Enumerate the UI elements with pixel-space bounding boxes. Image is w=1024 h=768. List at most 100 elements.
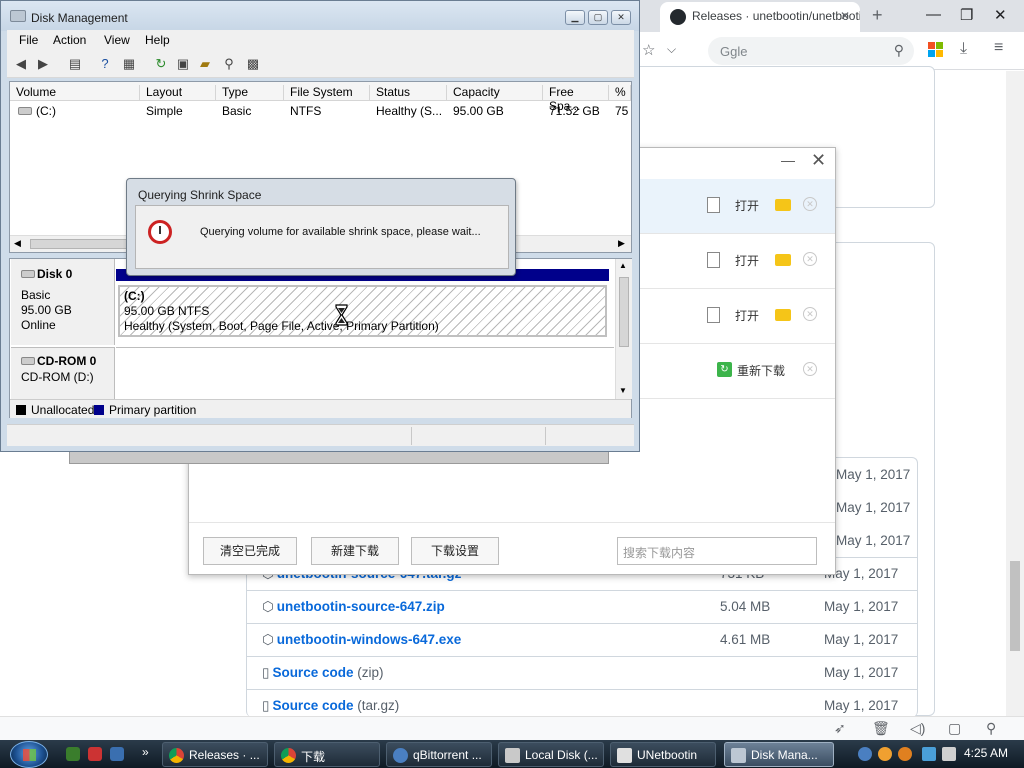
console-tree-icon[interactable]: ▦ bbox=[121, 56, 137, 72]
open-link[interactable]: 打开 bbox=[735, 197, 759, 214]
clock[interactable]: 4:25 AM bbox=[964, 746, 1008, 760]
remove-icon[interactable]: ✕ bbox=[803, 307, 817, 321]
column-file-system[interactable]: File System bbox=[284, 85, 370, 101]
disk-0-label[interactable]: Disk 0 Basic 95.00 GB Online bbox=[11, 259, 115, 345]
scroll-up-icon[interactable]: ▲ bbox=[619, 261, 627, 270]
column-status[interactable]: Status bbox=[370, 85, 447, 101]
cdrom-name: CD-ROM 0 bbox=[37, 354, 97, 368]
scrollbar-thumb[interactable] bbox=[1010, 561, 1020, 651]
page-scrollbar[interactable] bbox=[1006, 71, 1024, 716]
scroll-left-icon[interactable]: ◀ bbox=[14, 238, 21, 249]
search-engine-box[interactable]: Ggle ⚲ bbox=[708, 37, 914, 65]
asset-name[interactable]: unetbootin-source-647.zip bbox=[277, 599, 445, 614]
minimize-button[interactable]: — bbox=[926, 6, 941, 23]
rocket-icon[interactable]: ➶ bbox=[834, 720, 846, 737]
asset-name[interactable]: Source code bbox=[272, 665, 353, 680]
menu-icon[interactable]: ≡ bbox=[994, 39, 1003, 57]
asset-row[interactable]: ▯ Source code (zip) May 1, 2017 bbox=[246, 656, 918, 689]
taskbar-button-local-disk[interactable]: Local Disk (... bbox=[498, 742, 604, 767]
download-search-input[interactable]: 搜索下载内容 bbox=[617, 537, 817, 565]
taskbar-button-disk-management[interactable]: Disk Mana... bbox=[724, 742, 834, 767]
column-type[interactable]: Type bbox=[216, 85, 284, 101]
chevron-down-icon[interactable]: ⌵ bbox=[667, 42, 676, 57]
new-download-button[interactable]: 新建下载 bbox=[311, 537, 399, 565]
minimize-button[interactable]: ▁ bbox=[565, 10, 585, 25]
download-settings-button[interactable]: 下载设置 bbox=[411, 537, 499, 565]
menu-view[interactable]: View bbox=[104, 33, 130, 47]
help-icon[interactable]: ? bbox=[97, 56, 113, 72]
start-button[interactable] bbox=[10, 741, 48, 768]
volume-icon[interactable] bbox=[942, 747, 956, 761]
clear-completed-button[interactable]: 清空已完成 bbox=[203, 537, 297, 565]
search-icon[interactable]: ⚲ bbox=[986, 720, 996, 737]
settings-icon[interactable]: ▩ bbox=[245, 56, 261, 72]
column-capacity[interactable]: Capacity bbox=[447, 85, 543, 101]
restore-button[interactable]: ❐ bbox=[960, 6, 973, 24]
remove-icon[interactable]: ✕ bbox=[803, 252, 817, 266]
asset-row[interactable]: ⬡ unetbootin-source-647.zip 5.04 MB May 1… bbox=[246, 590, 918, 623]
scrollbar-thumb[interactable] bbox=[30, 239, 140, 249]
menu-file[interactable]: File bbox=[19, 33, 38, 47]
apps-grid-icon[interactable] bbox=[928, 42, 943, 57]
capacity-cell: 95.00 GB bbox=[453, 104, 504, 118]
browser-tab-releases[interactable]: Releases · unetbootin/unetbootin ✕ bbox=[660, 2, 860, 32]
column-volume[interactable]: Volume bbox=[10, 85, 140, 101]
close-tab-icon[interactable]: ✕ bbox=[840, 9, 850, 23]
tray-app-icon[interactable] bbox=[878, 747, 892, 761]
taskbar-button-unetbootin[interactable]: UNetbootin bbox=[610, 742, 716, 767]
file-icon bbox=[707, 197, 720, 213]
show-desktop-icon[interactable] bbox=[110, 747, 124, 761]
folder-icon[interactable] bbox=[775, 199, 791, 211]
column-percent-free[interactable]: % F bbox=[609, 85, 631, 101]
menu-action[interactable]: Action bbox=[53, 33, 86, 47]
menu-help[interactable]: Help bbox=[145, 33, 170, 47]
open-folder-icon[interactable]: ▰ bbox=[197, 56, 213, 72]
remove-icon[interactable]: ✕ bbox=[803, 362, 817, 376]
remove-icon[interactable]: ✕ bbox=[803, 197, 817, 211]
close-button[interactable]: ✕ bbox=[611, 10, 631, 25]
taskbar-button-qbittorrent[interactable]: qBittorrent ... bbox=[386, 742, 492, 767]
back-icon[interactable]: ◀ bbox=[13, 56, 29, 72]
vertical-scrollbar[interactable]: ▲ ▼ bbox=[615, 259, 632, 399]
close-button[interactable]: ✕ bbox=[811, 150, 826, 171]
scroll-right-icon[interactable]: ▶ bbox=[618, 238, 625, 249]
folder-icon[interactable] bbox=[775, 309, 791, 321]
maximize-button[interactable]: ▢ bbox=[588, 10, 608, 25]
scroll-down-icon[interactable]: ▼ bbox=[619, 386, 627, 395]
refresh-icon[interactable]: ↻ bbox=[153, 56, 169, 72]
partition-c[interactable]: (C:) 95.00 GB NTFS Healthy (System, Boot… bbox=[118, 285, 607, 337]
download-icon[interactable]: ⤓ bbox=[960, 40, 967, 58]
properties-icon[interactable]: ▣ bbox=[175, 56, 191, 72]
forward-icon[interactable]: ▶ bbox=[35, 56, 51, 72]
close-window-button[interactable]: ✕ bbox=[994, 6, 1007, 24]
scrollbar-thumb[interactable] bbox=[619, 277, 629, 347]
unetbootin-icon bbox=[617, 748, 632, 763]
quicklaunch-icon[interactable] bbox=[66, 747, 80, 761]
asset-name[interactable]: unetbootin-windows-647.exe bbox=[277, 632, 462, 647]
asset-row[interactable]: ⬡ unetbootin-windows-647.exe 4.61 MB May … bbox=[246, 623, 918, 656]
cdrom-0-label[interactable]: CD-ROM 0 CD-ROM (D:) bbox=[11, 347, 115, 399]
taskbar-button-releases[interactable]: Releases · ... bbox=[162, 742, 268, 767]
search-icon[interactable]: ⚲ bbox=[894, 42, 904, 59]
tray-search-icon[interactable] bbox=[898, 747, 912, 761]
new-tab-button[interactable]: + bbox=[872, 5, 883, 26]
open-link[interactable]: 打开 bbox=[735, 307, 759, 324]
folder-icon[interactable] bbox=[775, 254, 791, 266]
redownload-link[interactable]: 重新下载 bbox=[737, 362, 785, 379]
quicklaunch-icon[interactable] bbox=[88, 747, 102, 761]
trash-icon[interactable]: 🗑 bbox=[872, 720, 890, 737]
window-icon[interactable]: ▢ bbox=[948, 720, 961, 737]
tray-network-app-icon[interactable] bbox=[858, 747, 872, 761]
column-free-space[interactable]: Free Spa... bbox=[543, 85, 609, 113]
minimize-button[interactable]: — bbox=[781, 152, 795, 168]
bookmark-star-icon[interactable]: ☆ bbox=[642, 41, 655, 59]
search-disk-icon[interactable]: ⚲ bbox=[221, 56, 237, 72]
column-layout[interactable]: Layout bbox=[140, 85, 216, 101]
expand-quicklaunch-icon[interactable]: » bbox=[142, 745, 149, 759]
network-icon[interactable] bbox=[922, 747, 936, 761]
show-hide-console-icon[interactable]: ▤ bbox=[67, 56, 83, 72]
open-link[interactable]: 打开 bbox=[735, 252, 759, 269]
taskbar-button-download[interactable]: 下载 bbox=[274, 742, 380, 767]
asset-name[interactable]: Source code bbox=[272, 698, 353, 713]
speaker-icon[interactable]: ◁) bbox=[910, 720, 925, 737]
